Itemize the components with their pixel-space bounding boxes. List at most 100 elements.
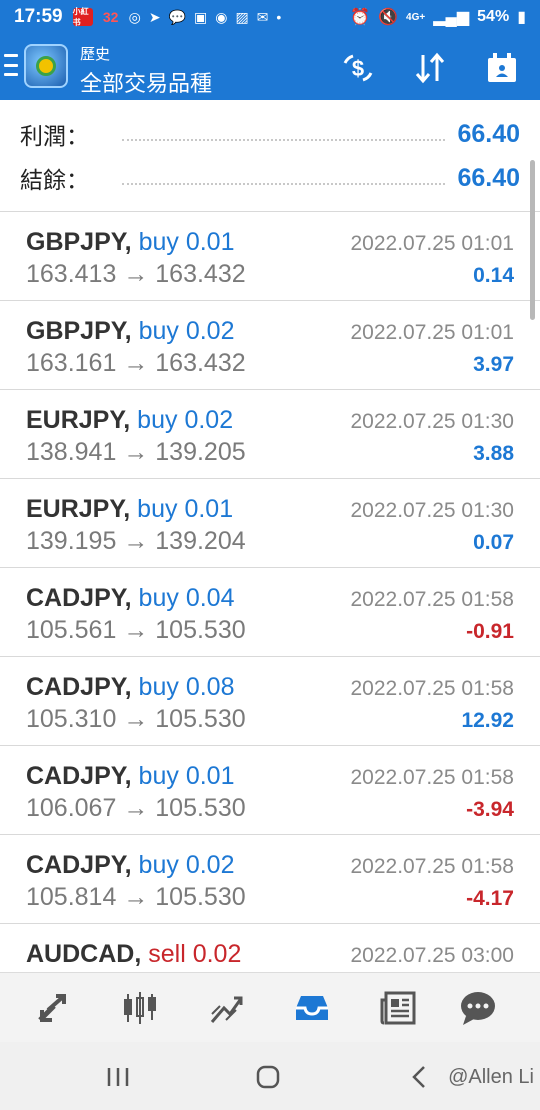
trade-datetime: 2022.07.25 01:58 xyxy=(350,855,515,878)
trade-datetime: 2022.07.25 01:01 xyxy=(350,232,515,255)
trade-row[interactable]: AUDCAD, sell 0.02 2022.07.25 03:00 xyxy=(0,924,540,972)
app-bar: 歷史 全部交易品種 $ xyxy=(0,34,540,100)
metatrader-logo[interactable] xyxy=(24,44,68,88)
trade-profit: -3.94 xyxy=(466,798,514,821)
sort-icon[interactable] xyxy=(412,50,448,86)
status-time: 17:59 xyxy=(14,6,63,27)
menu-icon[interactable] xyxy=(4,54,18,76)
battery-level: 54% xyxy=(477,8,510,25)
system-navigation-bar: @Allen Li xyxy=(0,1042,540,1110)
screen-title[interactable]: 全部交易品種 xyxy=(80,66,212,98)
trade-symbol: CADJPY, buy 0.08 xyxy=(26,673,234,702)
mail-icon: ✉ xyxy=(256,8,269,25)
home-icon[interactable] xyxy=(248,1062,288,1092)
trade-profit: 3.97 xyxy=(473,353,514,376)
trade-side: sell xyxy=(148,940,186,968)
chat-icon[interactable] xyxy=(456,988,500,1028)
recent-apps-icon[interactable] xyxy=(98,1062,138,1092)
trade-datetime: 2022.07.25 01:30 xyxy=(350,499,515,522)
trade-volume: 0.02 xyxy=(192,940,242,968)
trade-volume: 0.02 xyxy=(185,851,235,879)
symbol-name: AUDCAD, xyxy=(26,940,142,968)
trade-profit: 12.92 xyxy=(461,709,514,732)
xiaohongshu-badge: 小紅书 xyxy=(72,7,93,27)
profit-label: 利潤： xyxy=(20,123,89,149)
chart-icon[interactable] xyxy=(118,988,162,1028)
gallery-icon: ▨ xyxy=(235,8,249,25)
trade-row[interactable]: CADJPY, buy 0.02 105.814 → 105.530 2022.07… xyxy=(0,835,540,924)
trade-row[interactable]: EURJPY, buy 0.01 139.195 → 139.204 2022.07… xyxy=(0,479,540,568)
trade-symbol: AUDCAD, sell 0.02 xyxy=(26,940,241,969)
trade-side: buy xyxy=(137,406,178,434)
message-icon: 💬 xyxy=(168,8,186,25)
svg-text:$: $ xyxy=(352,56,364,81)
currency-exchange-icon[interactable]: $ xyxy=(340,50,376,86)
trade-symbol: EURJPY, buy 0.02 xyxy=(26,406,233,435)
trade-volume: 0.02 xyxy=(184,406,234,434)
symbol-name: GBPJPY, xyxy=(26,317,132,345)
trade-profit: -0.91 xyxy=(466,620,514,643)
bottom-navigation xyxy=(0,972,540,1042)
watermark-text: @Allen Li xyxy=(448,1066,534,1088)
dot-icon: • xyxy=(276,9,282,25)
news-icon[interactable] xyxy=(376,988,420,1028)
dotted-leader xyxy=(122,127,446,141)
trade-prices: 105.814 → 105.530 xyxy=(26,883,246,911)
trade-profit: 0.07 xyxy=(473,531,514,554)
trade-profit: 0.14 xyxy=(473,264,514,287)
trade-side: buy xyxy=(138,851,179,879)
trade-icon[interactable] xyxy=(204,988,248,1028)
trade-datetime: 2022.07.25 01:58 xyxy=(350,588,515,611)
calendar-icon[interactable] xyxy=(484,50,520,86)
scrollbar[interactable] xyxy=(530,160,535,320)
status-bar: 17:59 小紅书 32 ◎ ➤ 💬 ▣ ◉ ▨ ✉ • ⏰ 🔇 4G+ ▂▄▆… xyxy=(0,0,540,34)
trade-history-list[interactable]: GBPJPY, buy 0.01 163.413 → 163.432 2022.07… xyxy=(0,212,540,972)
trade-volume: 0.08 xyxy=(185,673,235,701)
trade-volume: 0.04 xyxy=(185,584,235,612)
trade-symbol: CADJPY, buy 0.01 xyxy=(26,762,234,791)
trade-prices: 163.413 → 163.432 xyxy=(26,260,246,288)
symbol-name: CADJPY, xyxy=(26,851,132,879)
trade-side: buy xyxy=(138,317,179,345)
balance-label: 結餘： xyxy=(20,167,89,193)
trade-side: buy xyxy=(137,495,178,523)
trade-datetime: 2022.07.25 01:58 xyxy=(350,677,515,700)
trade-row[interactable]: GBPJPY, buy 0.01 163.413 → 163.432 2022.07… xyxy=(0,212,540,301)
trade-prices: 138.941 → 139.205 xyxy=(26,438,246,466)
telegram-icon: ➤ xyxy=(148,8,161,25)
trade-row[interactable]: GBPJPY, buy 0.02 163.161 → 163.432 2022.07… xyxy=(0,301,540,390)
trade-row[interactable]: CADJPY, buy 0.08 105.310 → 105.530 2022.07… xyxy=(0,657,540,746)
trade-datetime: 2022.07.25 01:58 xyxy=(350,766,515,789)
balance-row: 結餘： 66.40 xyxy=(20,158,520,198)
signal-icon: ▂▄▆ xyxy=(433,9,470,26)
flag-icon: ▣ xyxy=(194,8,208,25)
trade-row[interactable]: EURJPY, buy 0.02 138.941 → 139.205 2022.07… xyxy=(0,390,540,479)
trade-profit: -4.17 xyxy=(466,887,514,910)
symbol-name: EURJPY, xyxy=(26,495,131,523)
mute-icon: 🔇 xyxy=(378,9,399,26)
dotted-leader xyxy=(122,171,446,185)
trade-side: buy xyxy=(138,673,179,701)
system-status: ⏰ 🔇 4G+ ▂▄▆ 54% ▮ xyxy=(350,7,526,27)
history-icon[interactable] xyxy=(290,988,334,1028)
trade-volume: 0.01 xyxy=(184,495,234,523)
profit-value: 66.40 xyxy=(457,119,520,148)
trade-volume: 0.02 xyxy=(185,317,235,345)
back-icon[interactable] xyxy=(404,1062,434,1092)
balance-value: 66.40 xyxy=(457,163,520,192)
battery-icon: ▮ xyxy=(517,9,526,26)
quotes-icon[interactable] xyxy=(32,988,76,1028)
trade-symbol: CADJPY, buy 0.02 xyxy=(26,851,234,880)
notification-icons: 小紅书 32 ◎ ➤ 💬 ▣ ◉ ▨ ✉ • xyxy=(72,7,282,27)
trade-row[interactable]: CADJPY, buy 0.01 106.067 → 105.530 2022.07… xyxy=(0,746,540,835)
trade-prices: 139.195 → 139.204 xyxy=(26,527,246,555)
symbol-name: EURJPY, xyxy=(26,406,131,434)
trade-row[interactable]: CADJPY, buy 0.04 105.561 → 105.530 2022.07… xyxy=(0,568,540,657)
trade-prices: 163.161 → 163.432 xyxy=(26,349,246,377)
trade-datetime: 2022.07.25 01:01 xyxy=(350,321,515,344)
trade-prices: 105.310 → 105.530 xyxy=(26,705,246,733)
trade-side: buy xyxy=(138,584,179,612)
trade-volume: 0.01 xyxy=(185,228,235,256)
trade-side: buy xyxy=(138,762,179,790)
trade-symbol: EURJPY, buy 0.01 xyxy=(26,495,233,524)
